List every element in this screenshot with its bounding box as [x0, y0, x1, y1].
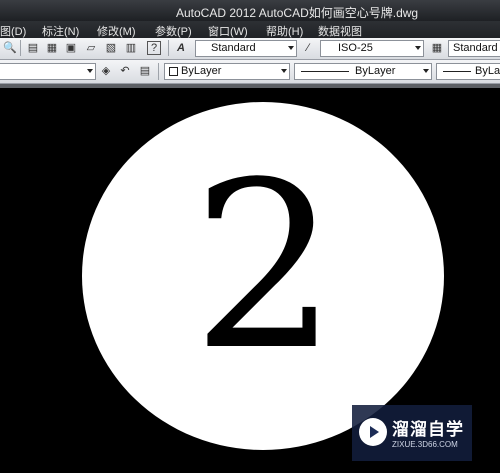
- toolbar-separator: [158, 63, 159, 80]
- chevron-down-icon: [423, 69, 429, 73]
- layer-select[interactable]: [0, 63, 96, 80]
- menu-parametric[interactable]: 参数(P): [155, 23, 192, 39]
- table-style-select[interactable]: Standard: [448, 40, 500, 57]
- window-title: AutoCAD 2012 AutoCAD如何画空心号牌.dwg: [176, 6, 419, 20]
- title-bar: AutoCAD 2012 AutoCAD如何画空心号牌.dwg: [0, 0, 500, 21]
- menu-help[interactable]: 帮助(H): [266, 23, 303, 39]
- table-style-icon[interactable]: ▦: [430, 41, 444, 55]
- dim-style-icon[interactable]: ∕: [301, 41, 315, 55]
- properties-icon[interactable]: ▦: [45, 41, 59, 55]
- menu-modify[interactable]: 修改(M): [97, 23, 136, 39]
- text-style-select[interactable]: Standard: [195, 40, 297, 57]
- menu-data-view[interactable]: 数据视图: [318, 23, 362, 39]
- calculator-icon[interactable]: ▥: [124, 41, 138, 55]
- menu-bar: 图(D) 标注(N) 修改(M) 参数(P) 窗口(W) 帮助(H) 数据视图: [0, 21, 500, 38]
- chevron-down-icon: [281, 69, 287, 73]
- toolbar-separator: [168, 40, 169, 56]
- text-style-value: Standard: [211, 42, 256, 54]
- layer-icon[interactable]: ▤: [26, 41, 40, 55]
- number-plate-text[interactable]: 2: [185, 118, 345, 418]
- menu-dimension[interactable]: 标注(N): [42, 23, 79, 39]
- linetype-value: ByLayer: [355, 65, 396, 77]
- watermark: 溜溜自学 ZIXUE.3D66.COM: [352, 405, 472, 461]
- zoom-icon[interactable]: 🔍: [3, 41, 17, 55]
- chevron-down-icon: [87, 69, 93, 73]
- lineweight-value: ByLay: [475, 65, 500, 77]
- color-value: ByLayer: [181, 65, 222, 77]
- menu-window[interactable]: 窗口(W): [208, 23, 248, 39]
- properties-toolbar: ◈ ↶ ▤ ByLayer ByLayer ByLay: [0, 60, 500, 84]
- standard-toolbar: 🔍 ▤ ▦ ▣ ▱ ▧ ▥ ? A Standard ∕ ISO-25 ▦ St…: [0, 38, 500, 60]
- play-icon: [359, 418, 387, 446]
- menu-draw[interactable]: 图(D): [0, 23, 26, 39]
- watermark-brand: 溜溜自学: [392, 420, 464, 439]
- sheet-icon[interactable]: ▱: [84, 41, 98, 55]
- dim-style-select[interactable]: ISO-25: [320, 40, 424, 57]
- chevron-down-icon: [415, 46, 421, 50]
- layer-state-icon[interactable]: ▧: [104, 41, 118, 55]
- watermark-url: ZIXUE.3D66.COM: [392, 440, 458, 449]
- layer-state-icon[interactable]: ▤: [138, 64, 152, 78]
- match-icon[interactable]: ▣: [64, 41, 78, 55]
- table-style-value: Standard: [453, 42, 498, 54]
- color-swatch: [169, 67, 178, 76]
- color-select[interactable]: ByLayer: [164, 63, 290, 80]
- chevron-down-icon: [288, 46, 294, 50]
- dim-style-value: ISO-25: [338, 42, 373, 54]
- layer-previous-icon[interactable]: ↶: [118, 64, 132, 78]
- linetype-preview: [301, 71, 349, 72]
- toolbar-separator: [20, 40, 21, 56]
- layer-icon[interactable]: ◈: [99, 64, 113, 78]
- lineweight-select[interactable]: ByLay: [436, 63, 500, 80]
- text-style-icon[interactable]: A: [174, 41, 188, 55]
- lineweight-preview: [443, 71, 471, 72]
- linetype-select[interactable]: ByLayer: [294, 63, 432, 80]
- help-icon[interactable]: ?: [147, 41, 161, 55]
